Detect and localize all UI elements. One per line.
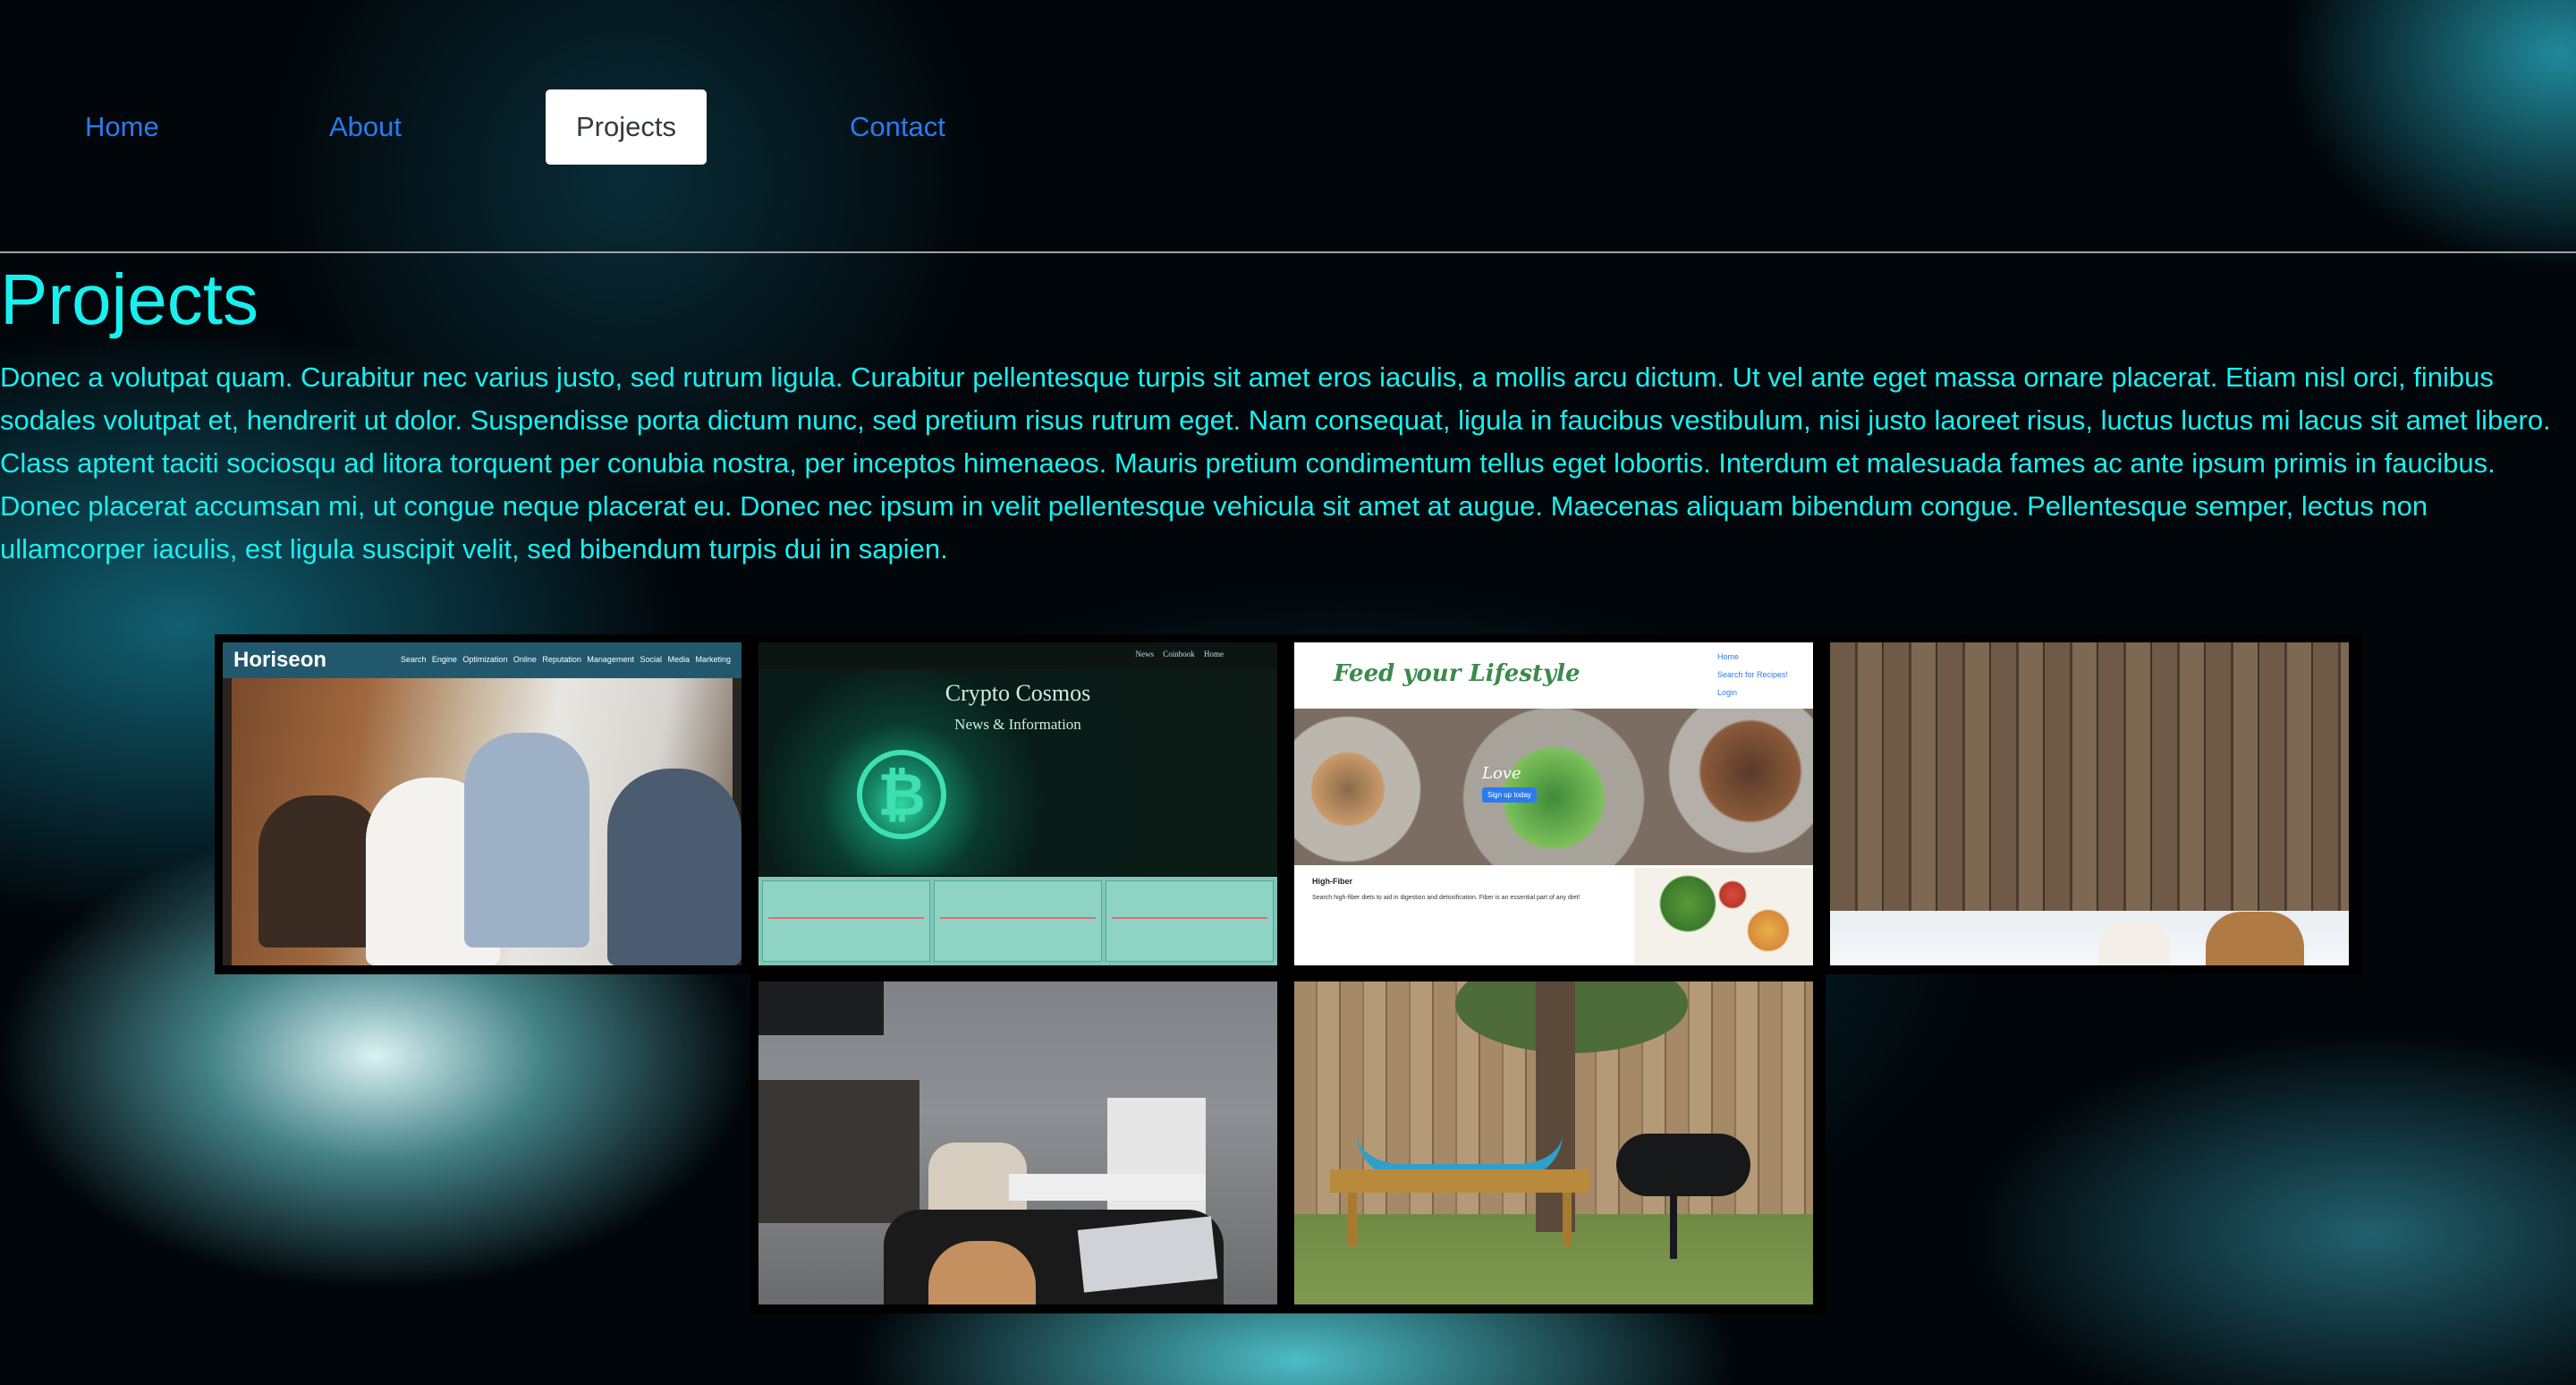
crypto-title: Crypto Cosmos — [945, 680, 1091, 706]
feed-section-title: High-Fiber — [1312, 877, 1352, 886]
room-tv — [758, 981, 884, 1035]
yard-grill — [1616, 1134, 1750, 1196]
header-divider — [0, 251, 2576, 253]
dog-figure — [2098, 921, 2170, 965]
feed-hero-text: Love — [1482, 764, 1521, 783]
project-tile-horiseon[interactable]: Horiseon Search Engine Optimization Onli… — [223, 642, 741, 965]
room-table — [1009, 1174, 1206, 1201]
crypto-nav: News Coinbook Home — [1135, 650, 1224, 659]
yard-table-legs — [1348, 1193, 1572, 1246]
nav-home-link[interactable]: Home — [85, 89, 159, 165]
crypto-chart — [1106, 880, 1274, 962]
crypto-charts — [758, 877, 1277, 965]
photo-person — [258, 795, 384, 947]
room-stand — [758, 1080, 919, 1223]
feed-menu: Home Search for Recipes! Login — [1717, 648, 1788, 701]
crypto-chart — [934, 880, 1102, 962]
dog-figure — [928, 1241, 1036, 1304]
horiseon-brand: Horiseon — [233, 648, 327, 672]
feed-logo: Feed your Lifestyle — [1334, 660, 1580, 687]
crypto-chart — [762, 880, 930, 962]
intro-paragraph: Donec a volutpat quam. Curabitur nec var… — [0, 361, 2551, 565]
feed-menu-item: Login — [1716, 688, 1737, 697]
page-title: Projects — [0, 259, 258, 339]
gallery-row-1: Horiseon Search Engine Optimization Onli… — [215, 634, 2362, 974]
feed-signup-button: Sign up today — [1482, 787, 1537, 803]
nav-projects-link[interactable]: Projects — [546, 89, 707, 165]
project-tile-feed-your-lifestyle[interactable]: Feed your Lifestyle Home Search for Reci… — [1294, 642, 1813, 965]
crypto-subtitle: News & Information — [954, 716, 1081, 733]
nav-about-link[interactable]: About — [329, 89, 402, 165]
photo-person — [464, 733, 589, 947]
feed-vegetables-image — [1634, 868, 1813, 964]
feed-menu-item: Home — [1716, 652, 1739, 661]
yard-grill-leg — [1670, 1196, 1677, 1259]
horiseon-header: Horiseon Search Engine Optimization Onli… — [223, 642, 741, 678]
horiseon-nav-links: Search Engine Optimization Online Reputa… — [400, 655, 731, 664]
bitcoin-icon: ₿ — [857, 750, 946, 839]
feed-menu-item: Search for Recipes! — [1716, 670, 1788, 679]
project-tile-crypto-cosmos[interactable]: News Coinbook Home Crypto Cosmos News & … — [758, 642, 1277, 965]
photo-tile-living-room[interactable] — [758, 981, 1277, 1304]
feed-hero-image — [1294, 709, 1813, 865]
photo-person — [607, 769, 741, 965]
main-nav: Home About Projects Contact — [0, 89, 1073, 165]
gallery-row-2 — [750, 973, 1826, 1313]
horiseon-team-photo — [232, 678, 741, 965]
dog-figure — [2206, 912, 2304, 965]
photo-tile-fence-dogs[interactable] — [1830, 642, 2349, 965]
nav-contact-link[interactable]: Contact — [850, 89, 945, 165]
yard-picnic-table — [1330, 1169, 1589, 1193]
photo-tile-backyard[interactable] — [1294, 981, 1813, 1304]
feed-section-text: Search high-fiber diets to aid in digest… — [1312, 895, 1580, 901]
